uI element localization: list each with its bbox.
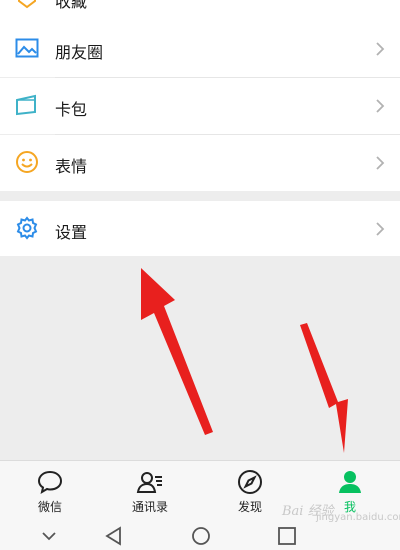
menu-item-favorites[interactable]: 收藏 <box>0 0 400 20</box>
gear-icon <box>14 215 40 241</box>
person-icon <box>339 471 361 493</box>
compass-icon <box>238 470 262 494</box>
chevron-down-icon[interactable] <box>38 526 60 546</box>
chat-bubble-icon <box>37 470 63 495</box>
system-nav-bar <box>0 522 400 550</box>
menu-item-label: 表情 <box>55 157 88 176</box>
back-triangle-icon[interactable] <box>103 526 125 546</box>
chevron-right-icon <box>376 42 385 56</box>
menu-item-moments[interactable]: 朋友圈 <box>0 20 400 77</box>
red-arrow-to-settings <box>141 268 213 435</box>
tab-label: 微信 <box>37 500 62 514</box>
tab-label: 通讯录 <box>131 500 168 514</box>
menu-item-stickers[interactable]: 表情 <box>0 135 400 191</box>
recents-square-icon[interactable] <box>276 526 298 546</box>
menu-item-label: 朋友圈 <box>55 43 104 62</box>
tab-contacts[interactable]: 通讯录 <box>100 461 200 523</box>
home-circle-icon[interactable] <box>190 526 212 546</box>
menu-item-cards[interactable]: 卡包 <box>0 78 400 134</box>
menu-item-label: 设置 <box>55 223 88 242</box>
favorites-cube-icon <box>14 0 40 12</box>
chevron-right-icon <box>376 99 385 113</box>
contacts-icon <box>136 472 162 493</box>
smiley-face-icon <box>14 149 40 175</box>
chevron-right-icon <box>376 156 385 170</box>
menu-item-settings[interactable]: 设置 <box>0 201 400 256</box>
card-wallet-icon <box>14 92 40 118</box>
tab-chats[interactable]: 微信 <box>0 461 100 523</box>
photo-album-icon <box>14 35 40 61</box>
menu-item-label: 收藏 <box>55 0 88 11</box>
chevron-right-icon <box>376 222 385 236</box>
menu-item-label: 卡包 <box>55 100 88 119</box>
red-arrow-to-me-tab <box>300 323 348 453</box>
